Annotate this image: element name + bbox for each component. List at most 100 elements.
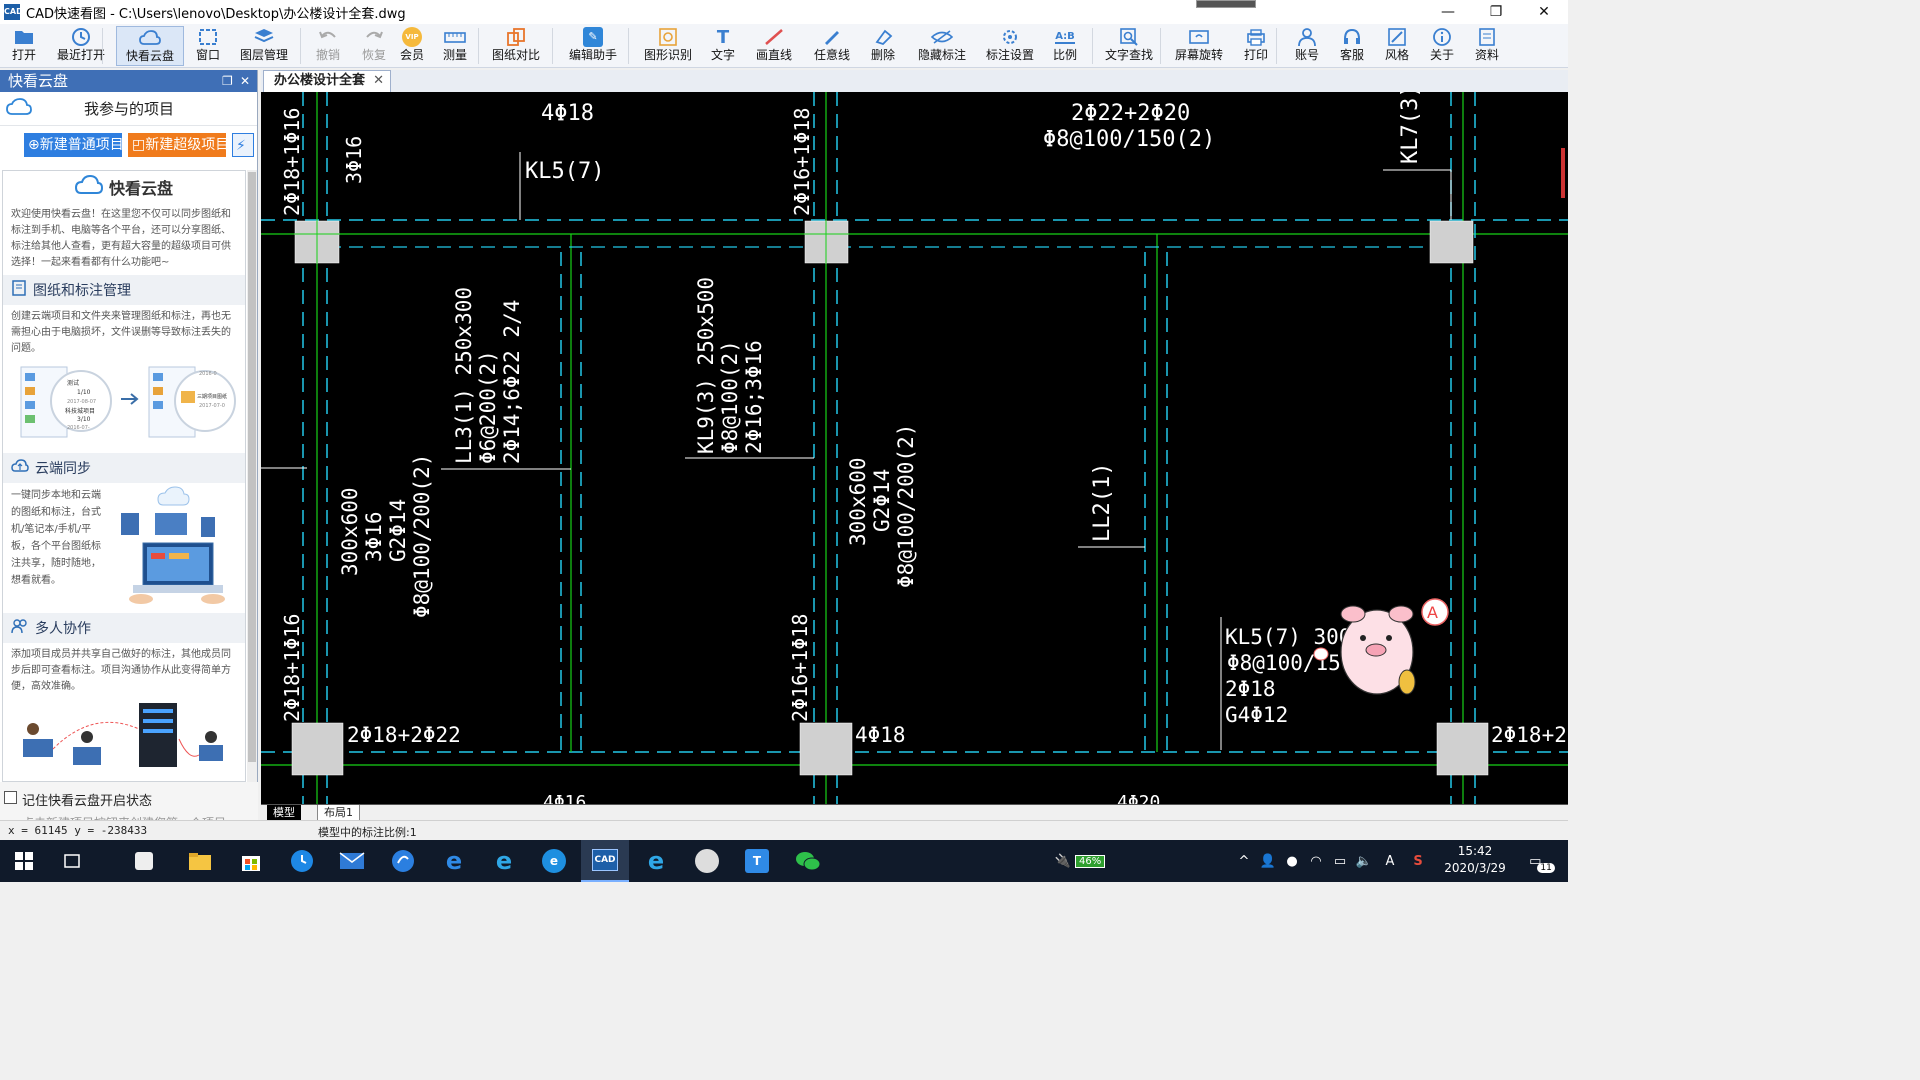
app-icon xyxy=(135,852,153,870)
illus-text: 科技城项目 xyxy=(65,407,95,415)
toolbar-label: 画直线 xyxy=(755,48,792,62)
toolbar-label: 会员 xyxy=(399,48,424,62)
toolbar-button-document[interactable]: 资料 xyxy=(1472,26,1502,66)
taskbar-app-clock[interactable] xyxy=(278,840,326,882)
new-super-project-button[interactable]: ◰新建超级项目 xyxy=(128,133,226,157)
tab-office-building[interactable]: 办公楼设计全套 ✕ xyxy=(263,70,391,92)
notification-center[interactable]: ▭ 11 xyxy=(1522,840,1562,882)
remember-state-checkbox[interactable] xyxy=(4,791,17,804)
toolbar-button-layers[interactable]: 图层管理 xyxy=(236,26,292,66)
toolbar-button-undo[interactable]: 撤销 xyxy=(310,26,346,66)
tray-user-icon[interactable]: 👤 xyxy=(1258,840,1278,882)
toolbar-separator xyxy=(300,28,301,64)
toolbar-button-compare[interactable]: 图纸对比 xyxy=(488,26,544,66)
taskbar-app-store[interactable] xyxy=(227,840,275,882)
panel-scrollbar-thumb[interactable] xyxy=(248,172,256,762)
toolbar-button-window[interactable]: 窗口 xyxy=(192,26,224,66)
taskbar-app-edge[interactable]: e xyxy=(430,840,478,882)
toolbar-label: 风格 xyxy=(1384,48,1409,62)
task-view-button[interactable] xyxy=(48,840,96,882)
redo-icon xyxy=(362,26,386,48)
toolbar-button-style[interactable]: 风格 xyxy=(1382,26,1412,66)
taskbar-app-cad[interactable]: CAD xyxy=(581,840,629,882)
toolbar-button-redo[interactable]: 恢复 xyxy=(358,26,390,66)
toolbar-label: 图形识别 xyxy=(643,48,692,62)
toolbar-button-folder-open[interactable]: 打开 xyxy=(8,26,40,66)
toolbar-button-pen[interactable]: 任意线 xyxy=(810,26,854,66)
show-hidden-icons[interactable]: ^ xyxy=(1234,840,1254,882)
tab-model[interactable]: 模型 xyxy=(267,805,301,821)
toolbar-button-shape-recognize[interactable]: 图形识别 xyxy=(640,26,696,66)
toolbar-button-headset[interactable]: 客服 xyxy=(1336,26,1368,66)
cad-label: 300x600 xyxy=(846,457,870,546)
start-button[interactable] xyxy=(0,840,48,882)
toolbar-button-eye-hide[interactable]: 隐藏标注 xyxy=(914,26,970,66)
toolbar-button-ruler[interactable]: 测量 xyxy=(438,26,472,66)
panel-restore-button[interactable]: ❐ xyxy=(222,70,233,92)
ie-icon: e xyxy=(495,847,513,875)
layers-icon xyxy=(252,26,276,48)
taskbar-app-file-explorer[interactable] xyxy=(176,840,224,882)
toolbar-label: 测量 xyxy=(442,48,467,62)
toolbar-button-vip[interactable]: VIP 会员 xyxy=(398,26,426,66)
toolbar-button-annotation-settings[interactable]: 标注设置 xyxy=(982,26,1038,66)
toolbar-label: 图纸对比 xyxy=(491,48,540,62)
section-title-collab: 多人协作 xyxy=(3,613,245,643)
tray-qq-icon[interactable]: ● xyxy=(1282,840,1302,882)
sync-button[interactable]: ⚡ xyxy=(232,133,254,157)
tab-close-icon[interactable]: ✕ xyxy=(373,71,384,91)
system-clock[interactable]: 15:42 2020/3/29 xyxy=(1430,843,1520,877)
panel-scrollbar[interactable] xyxy=(247,170,257,782)
taskbar-app-ie2[interactable]: e xyxy=(632,840,680,882)
minimize-button[interactable]: — xyxy=(1424,0,1472,24)
clock-app-icon xyxy=(291,850,313,872)
my-projects-row[interactable]: 我参与的项目 xyxy=(0,92,257,126)
toolbar-button-printer[interactable]: 打印 xyxy=(1240,26,1272,66)
section-text-drawings: 创建云端项目和文件夹来管理图纸和标注，再也无需担心由于电脑损坏，文件误删等导致标… xyxy=(11,311,231,354)
toolbar-button-edit-assistant[interactable]: ✎ 编辑助手 xyxy=(564,26,622,66)
cad-label: 4Φ18 xyxy=(855,723,906,747)
toolbar-label: 窗口 xyxy=(195,48,220,62)
taskbar-app-browser[interactable]: e xyxy=(530,840,578,882)
tray-sogou-icon[interactable]: S xyxy=(1408,840,1428,882)
browser-icon: e xyxy=(542,849,566,873)
cad-label: LL3(1) 250x300 xyxy=(452,287,476,464)
style-icon xyxy=(1385,26,1409,48)
drawing-canvas[interactable]: 4Φ18 2Φ22+2Φ20 Φ8@100/150(2) KL5(7) KL7(… xyxy=(261,92,1568,804)
taskbar-app-avatar[interactable] xyxy=(683,840,731,882)
panel-close-button[interactable]: ✕ xyxy=(240,70,250,92)
toolbar-button-cloud[interactable]: 快看云盘 xyxy=(116,26,184,66)
toolbar-label: 打开 xyxy=(11,48,36,62)
tray-battery-icon[interactable]: ▭ xyxy=(1330,840,1350,882)
toolbar-button-user[interactable]: 账号 xyxy=(1290,26,1324,66)
toolbar-button-scale[interactable]: A:B 比例 xyxy=(1050,26,1080,66)
close-button[interactable]: ✕ xyxy=(1520,0,1568,24)
users-icon xyxy=(11,618,29,638)
taskbar-app-mail[interactable] xyxy=(328,840,376,882)
tab-layout1[interactable]: 布局1 xyxy=(317,805,360,821)
toolbar-separator xyxy=(478,28,479,64)
notification-count: 11 xyxy=(1537,863,1555,873)
canvas-scroll-indicator[interactable] xyxy=(1561,148,1565,198)
cad-drawing[interactable]: 4Φ18 2Φ22+2Φ20 Φ8@100/150(2) KL5(7) KL7(… xyxy=(261,92,1568,804)
toolbar-button-eraser[interactable]: 删除 xyxy=(868,26,898,66)
maximize-button[interactable]: ❐ xyxy=(1472,0,1520,24)
battery-indicator[interactable]: 🔌 46% xyxy=(1052,840,1108,882)
taskbar-app-t[interactable]: T xyxy=(733,840,781,882)
taskbar-app-wechat[interactable] xyxy=(784,840,832,882)
toolbar-button-text-search[interactable]: 文字查找 xyxy=(1102,26,1156,66)
taskbar-app-feishu[interactable] xyxy=(379,840,427,882)
eye-hide-icon xyxy=(930,26,954,48)
volume-icon[interactable]: 🔈 xyxy=(1354,840,1374,882)
taskbar-app-explorer-blank[interactable] xyxy=(120,840,168,882)
toolbar-button-rotate-screen[interactable]: 屏幕旋转 xyxy=(1172,26,1226,66)
new-normal-project-button[interactable]: ⊕新建普通项目 xyxy=(24,133,122,157)
toolbar-button-info[interactable]: 关于 xyxy=(1426,26,1458,66)
toolbar-button-text[interactable]: T 文字 xyxy=(708,26,738,66)
toolbar-button-line[interactable]: 画直线 xyxy=(754,26,794,66)
wifi-icon[interactable]: ◠ xyxy=(1306,840,1326,882)
toolbar-label: 账号 xyxy=(1294,48,1319,62)
intro-text: 欢迎使用快看云盘！在这里您不仅可以同步图纸和标注到手机、电脑等各个平台，还可以分… xyxy=(11,209,231,268)
taskbar-app-ie[interactable]: e xyxy=(480,840,528,882)
ime-indicator[interactable]: A xyxy=(1380,840,1400,882)
